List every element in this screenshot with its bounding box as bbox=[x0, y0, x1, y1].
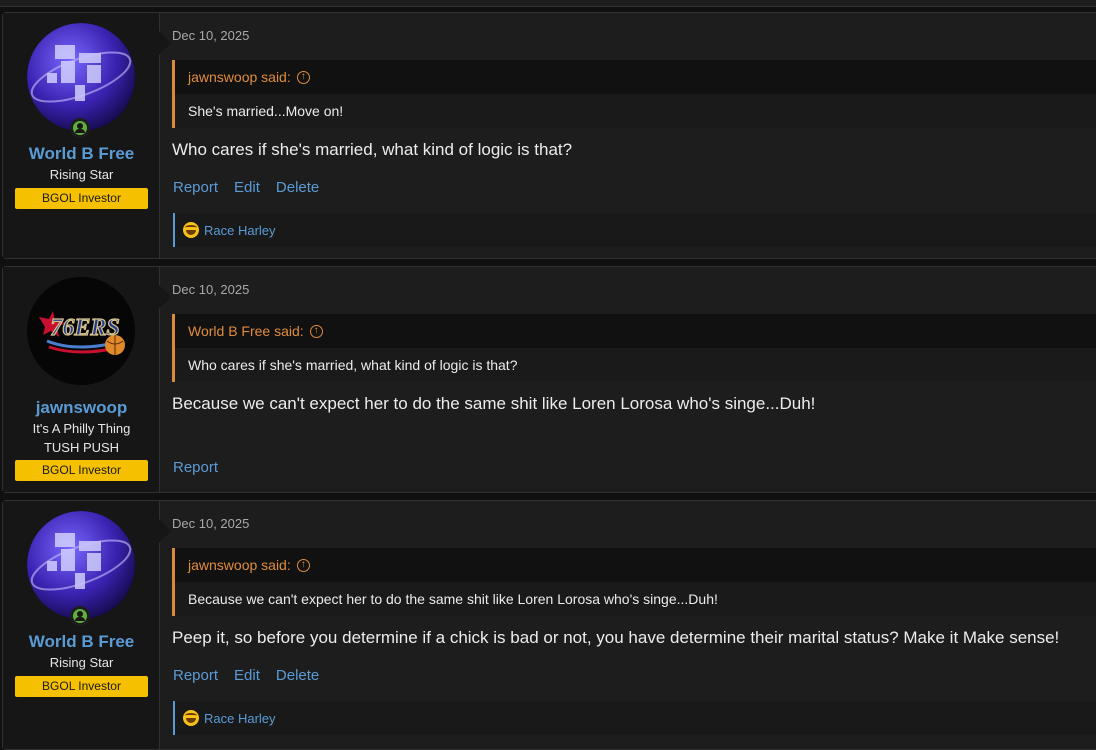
avatar[interactable] bbox=[27, 511, 135, 619]
user-panel: 76ERS jawnswoop It's A Philly Thing TUSH… bbox=[3, 267, 171, 492]
reaction-users[interactable]: Race Harley bbox=[204, 223, 276, 238]
quote-text: She's married...Move on! bbox=[175, 94, 1096, 128]
reactions-bar[interactable]: Race Harley bbox=[173, 213, 1096, 247]
user-banner: BGOL Investor bbox=[15, 460, 148, 481]
post: World B Free Rising Star BGOL Investor D… bbox=[2, 12, 1096, 259]
username[interactable]: World B Free bbox=[3, 632, 160, 652]
delete-link[interactable]: Delete bbox=[276, 667, 319, 684]
online-status-icon bbox=[70, 606, 90, 626]
arrow-up-circle-icon[interactable]: ↑ bbox=[296, 70, 310, 84]
edit-link[interactable]: Edit bbox=[234, 667, 260, 684]
post-message: Peep it, so before you determine if a ch… bbox=[172, 628, 1060, 647]
username[interactable]: jawnswoop bbox=[3, 398, 160, 418]
report-link[interactable]: Report bbox=[173, 459, 218, 476]
avatar[interactable]: 76ERS bbox=[27, 277, 135, 385]
post-date[interactable]: Dec 10, 2025 bbox=[172, 516, 249, 531]
quote-block: jawnswoop said: ↑ She's married...Move o… bbox=[172, 60, 1096, 128]
quote-author[interactable]: World B Free said: bbox=[188, 314, 304, 348]
quote-header[interactable]: jawnswoop said: ↑ bbox=[175, 548, 1096, 582]
post-message: Who cares if she's married, what kind of… bbox=[172, 140, 573, 159]
user-banner: BGOL Investor bbox=[15, 676, 148, 697]
quote-header[interactable]: World B Free said: ↑ bbox=[175, 314, 1096, 348]
reaction-users[interactable]: Race Harley bbox=[204, 711, 276, 726]
quote-text: Because we can't expect her to do the sa… bbox=[175, 582, 1096, 616]
quote-text: Who cares if she's married, what kind of… bbox=[175, 348, 1096, 382]
user-title: Rising Star bbox=[49, 167, 114, 182]
post: 76ERS jawnswoop It's A Philly Thing TUSH… bbox=[2, 266, 1096, 493]
edit-link[interactable]: Edit bbox=[234, 179, 260, 196]
post-date[interactable]: Dec 10, 2025 bbox=[172, 282, 249, 297]
user-title: TUSH PUSH bbox=[43, 440, 120, 455]
laughing-emoji-icon bbox=[183, 222, 199, 238]
delete-link[interactable]: Delete bbox=[276, 179, 319, 196]
quote-author[interactable]: jawnswoop said: bbox=[188, 60, 291, 94]
quote-block: jawnswoop said: ↑ Because we can't expec… bbox=[172, 548, 1096, 616]
user-banner: BGOL Investor bbox=[15, 188, 148, 209]
user-panel: World B Free Rising Star BGOL Investor bbox=[3, 13, 171, 258]
report-link[interactable]: Report bbox=[173, 179, 218, 196]
arrow-up-circle-icon[interactable]: ↑ bbox=[296, 558, 310, 572]
user-title: It's A Philly Thing bbox=[32, 421, 131, 436]
reactions-bar[interactable]: Race Harley bbox=[173, 701, 1096, 735]
post-actions: Report bbox=[173, 459, 218, 476]
avatar[interactable] bbox=[27, 23, 135, 131]
logo-text: 76ERS bbox=[50, 315, 119, 341]
post-message: Because we can't expect her to do the sa… bbox=[172, 394, 816, 413]
globe-avatar-image bbox=[27, 511, 135, 619]
online-status-icon bbox=[70, 118, 90, 138]
laughing-emoji-icon bbox=[183, 710, 199, 726]
globe-avatar-image bbox=[27, 23, 135, 131]
user-panel: World B Free Rising Star BGOL Investor bbox=[3, 501, 171, 749]
report-link[interactable]: Report bbox=[173, 667, 218, 684]
post: World B Free Rising Star BGOL Investor D… bbox=[2, 500, 1096, 750]
quote-block: World B Free said: ↑ Who cares if she's … bbox=[172, 314, 1096, 382]
username[interactable]: World B Free bbox=[3, 144, 160, 164]
post-date[interactable]: Dec 10, 2025 bbox=[172, 28, 249, 43]
quote-author[interactable]: jawnswoop said: bbox=[188, 548, 291, 582]
previous-post-edge bbox=[0, 0, 1096, 7]
quote-header[interactable]: jawnswoop said: ↑ bbox=[175, 60, 1096, 94]
arrow-up-circle-icon[interactable]: ↑ bbox=[309, 324, 323, 338]
user-title: Rising Star bbox=[49, 655, 114, 670]
76ers-logo-avatar-image: 76ERS bbox=[27, 277, 135, 385]
post-actions: Report Edit Delete bbox=[173, 179, 319, 196]
post-actions: Report Edit Delete bbox=[173, 667, 319, 684]
